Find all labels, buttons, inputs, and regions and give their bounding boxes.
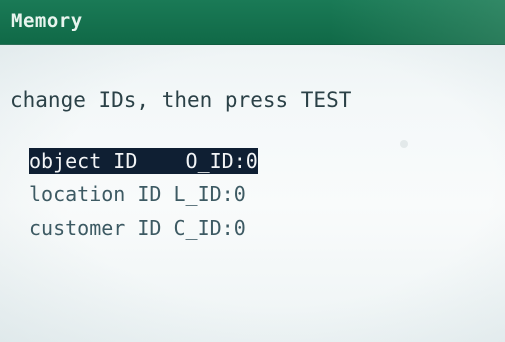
object-id-label: object ID [29, 149, 138, 173]
instruction-text: change IDs, then press TEST [10, 88, 352, 112]
screen-smudge [400, 140, 408, 148]
object-id-highlight[interactable]: object ID O_ID:0 [29, 148, 258, 174]
location-id-value[interactable]: L_ID:0 [174, 182, 246, 206]
title-bar: Memory [0, 0, 505, 45]
location-id-label: location ID [29, 182, 162, 206]
screen-title: Memory [11, 10, 83, 32]
customer-id-value[interactable]: C_ID:0 [174, 216, 246, 240]
memory-screen: Memory change IDs, then press TEST objec… [0, 0, 505, 342]
object-id-row[interactable]: object ID O_ID:0 [29, 148, 258, 174]
location-id-row[interactable]: location ID L_ID:0 [29, 182, 246, 206]
object-id-value[interactable]: O_ID:0 [186, 149, 258, 173]
customer-id-label: customer ID [29, 216, 162, 240]
customer-id-row[interactable]: customer ID C_ID:0 [29, 216, 246, 240]
title-bar-sheen [330, 0, 505, 44]
